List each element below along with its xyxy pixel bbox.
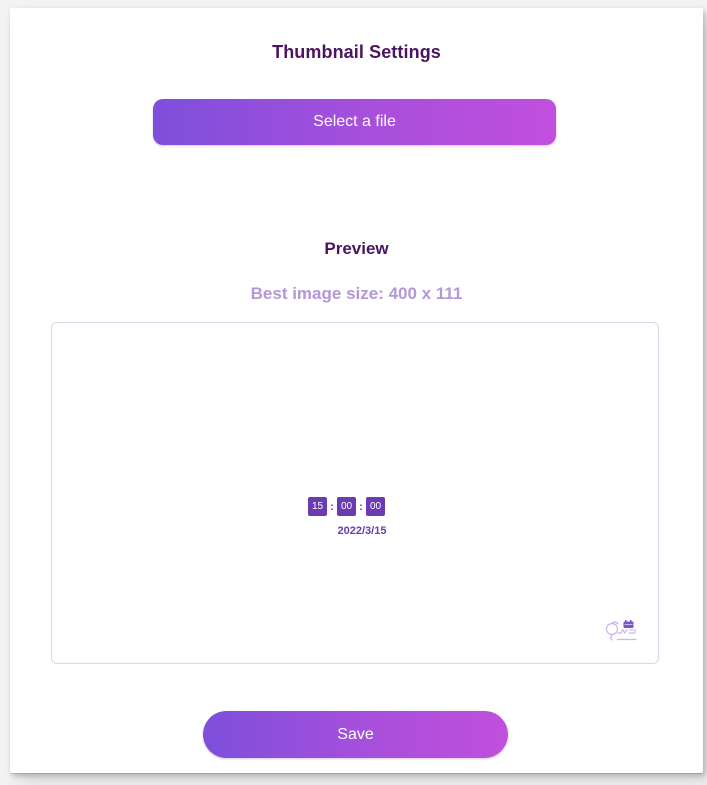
save-button[interactable]: Save <box>203 711 508 758</box>
select-file-button[interactable]: Select a file <box>153 99 556 145</box>
clock-separator: : <box>330 500 334 513</box>
clock-hours: 15 <box>308 497 327 516</box>
preview-area: 15 : 00 : 00 2022/3/15 <box>51 322 659 664</box>
thumbnail-settings-panel: Thumbnail Settings Select a file Preview… <box>10 8 703 773</box>
preview-date: 2022/3/15 <box>337 525 387 537</box>
clock-minutes: 00 <box>337 497 356 516</box>
page-title: Thumbnail Settings <box>272 42 441 62</box>
clock-seconds-value: 00 <box>369 501 382 512</box>
preview-title: Preview <box>324 239 389 258</box>
clock-separator-2: : <box>359 500 363 513</box>
clock-minutes-value: 00 <box>340 501 353 512</box>
image-size-hint: Best image size: 400 x 111 <box>250 284 463 303</box>
smart-scheduler-logo-icon <box>605 620 637 641</box>
clock-seconds: 00 <box>366 497 385 516</box>
countdown-clock: 15 : 00 : 00 <box>308 497 385 516</box>
